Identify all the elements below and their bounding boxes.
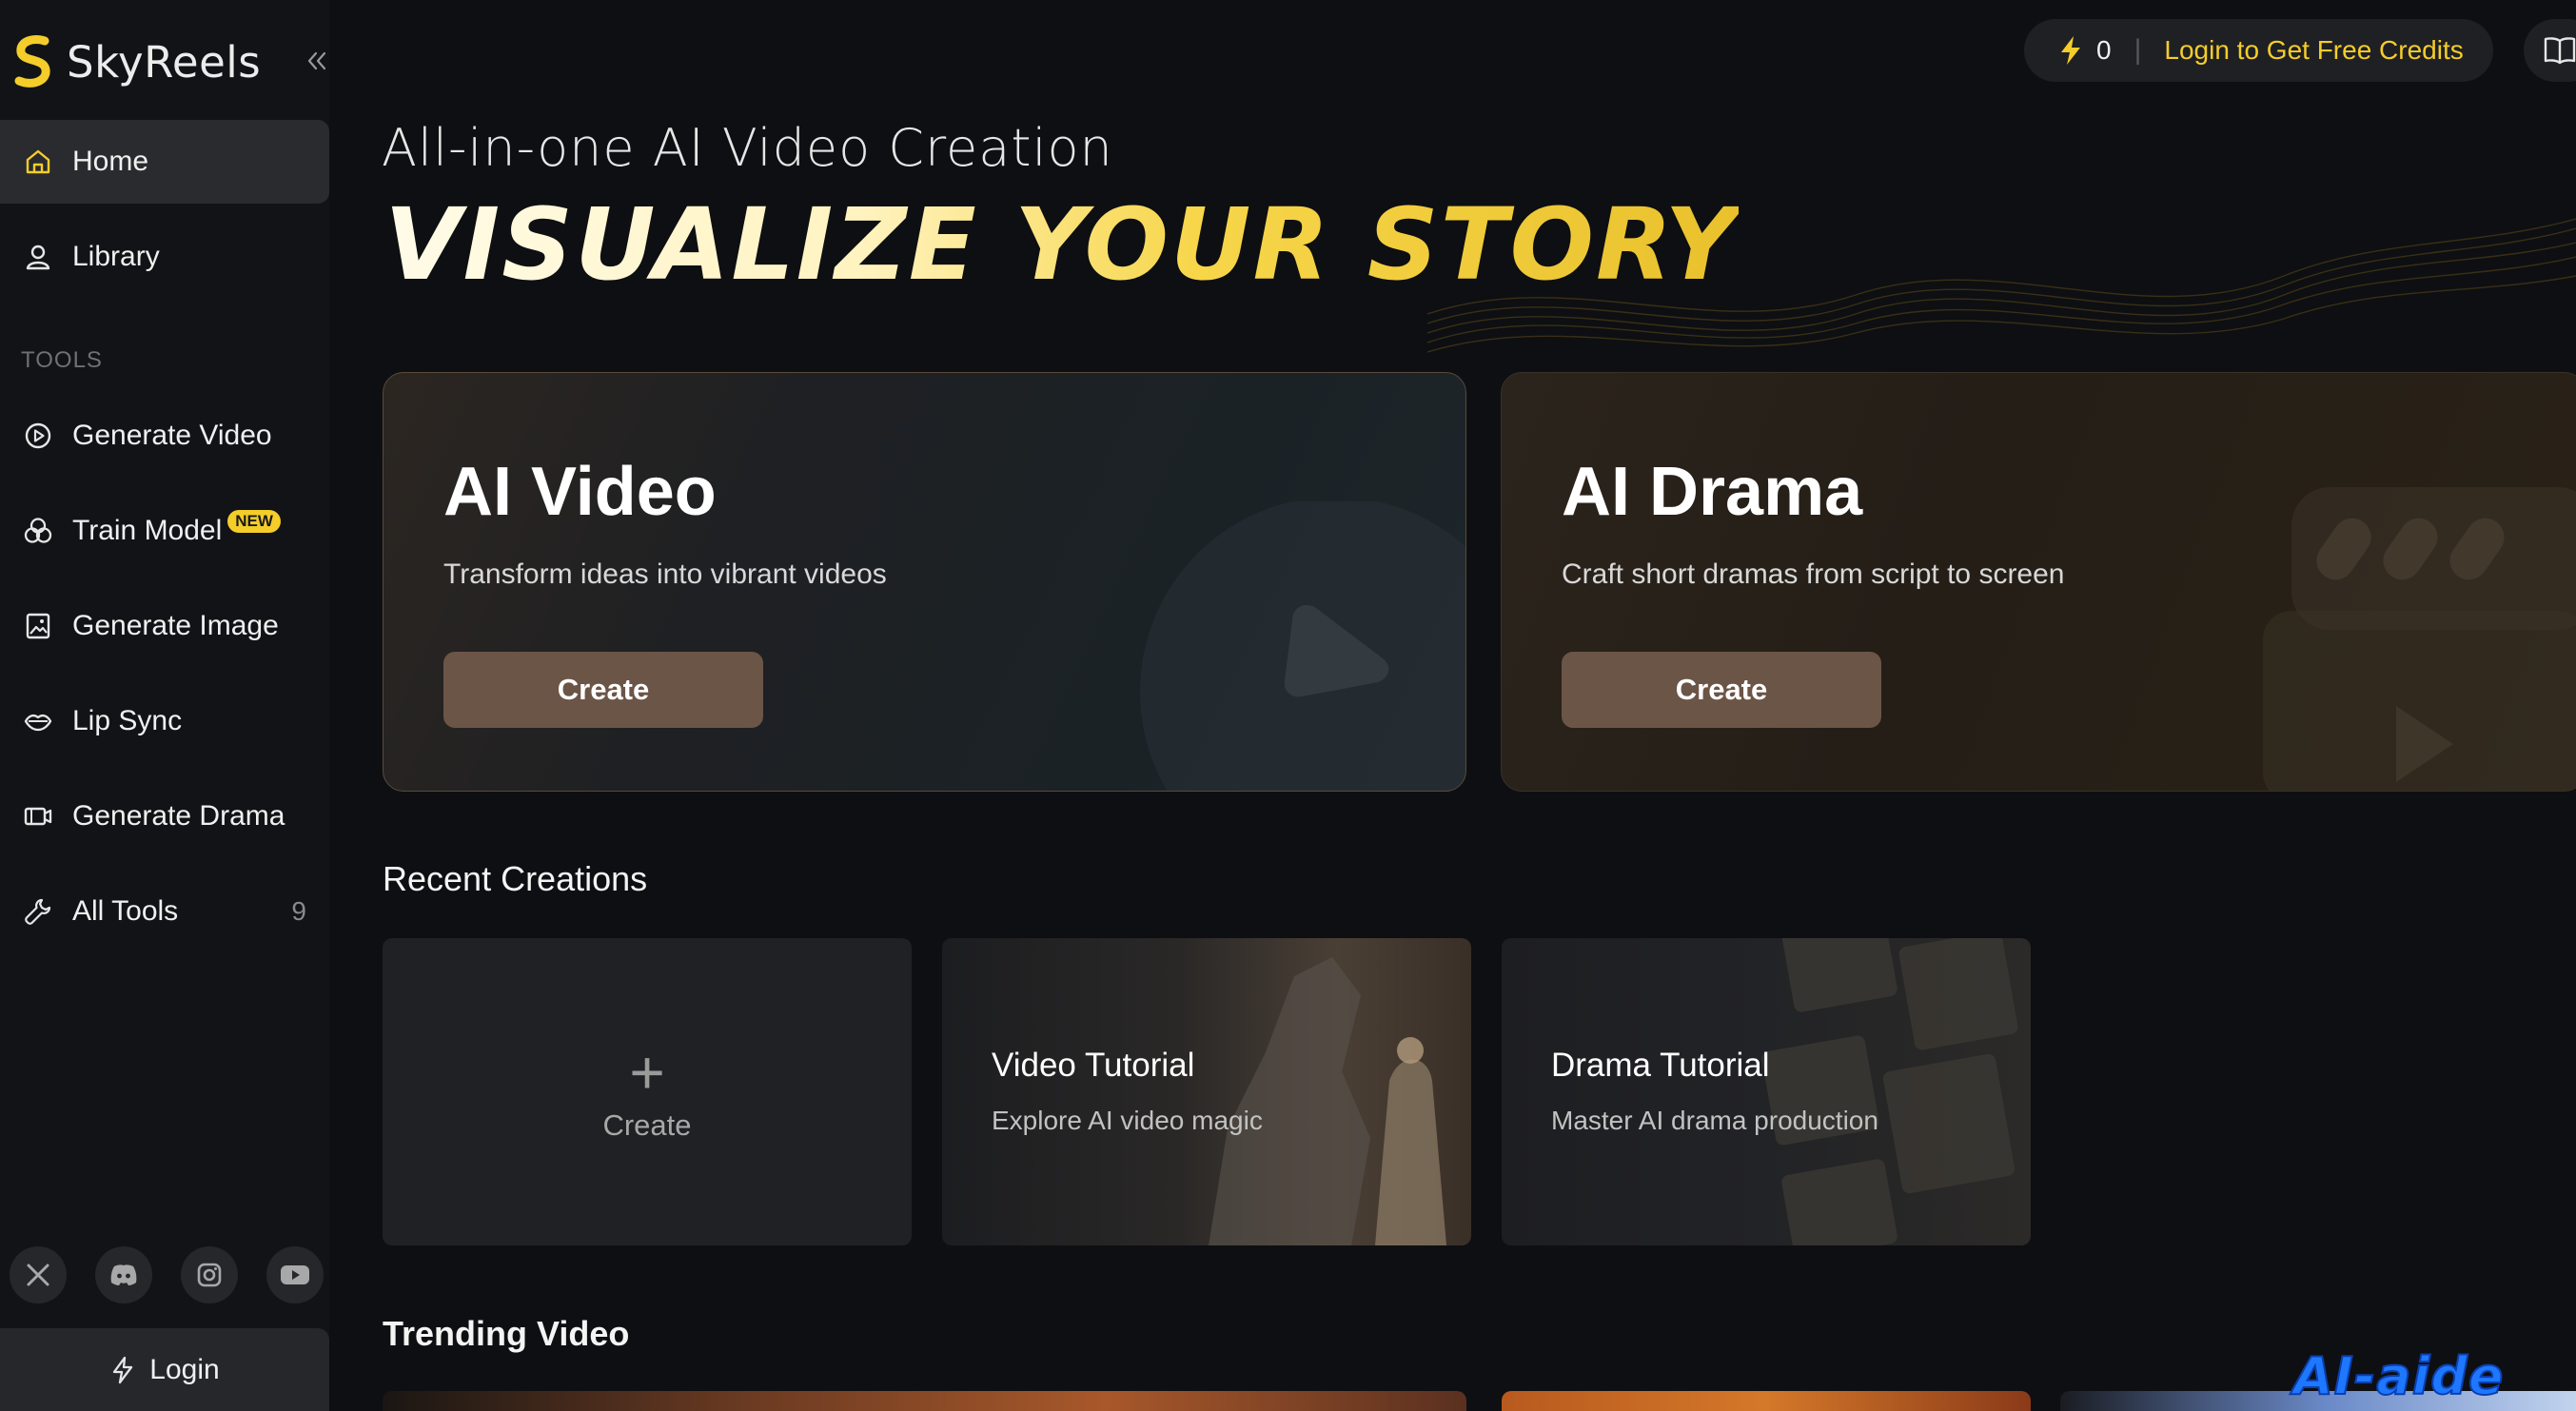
sidebar: SkyReels Home Library TOOLS Generate Vid… [0, 0, 329, 1411]
ai-drama-description: Craft short dramas from script to screen [1562, 559, 2065, 590]
sidebar-item-label: All Tools [72, 895, 179, 927]
book-icon [2544, 37, 2576, 65]
video-tutorial-card[interactable]: Video Tutorial Explore AI video magic [942, 938, 1471, 1245]
credits-pill[interactable]: 0 | Login to Get Free Credits [2024, 19, 2493, 82]
video-tutorial-title: Video Tutorial [992, 1047, 1195, 1084]
user-icon [21, 240, 55, 274]
hero-wave-decoration [1427, 218, 2576, 353]
divider: | [2134, 34, 2142, 66]
sidebar-item-label: Train Model [72, 515, 223, 546]
clapperboard-icon [2263, 487, 2576, 791]
double-chevron-left-icon [307, 51, 326, 70]
sidebar-item-library[interactable]: Library [0, 215, 329, 299]
play-circle-icon [21, 419, 55, 453]
sidebar-item-home[interactable]: Home [0, 120, 329, 204]
trending-video-thumbnail[interactable] [1502, 1391, 2031, 1411]
social-links [10, 1246, 324, 1303]
watermark-text: AI-aide [2292, 1345, 2505, 1407]
drama-tutorial-subtitle: Master AI drama production [1551, 1106, 1878, 1135]
x-link[interactable] [10, 1246, 67, 1303]
lips-icon [21, 704, 55, 738]
dragon-thumbnail-image [1209, 957, 1446, 1245]
recent-creations-title: Recent Creations [383, 859, 648, 898]
ai-video-card[interactable]: AI Video Transform ideas into vibrant vi… [383, 372, 1466, 792]
play-icon [1140, 501, 1465, 791]
film-icon [21, 799, 55, 833]
collapse-sidebar-button[interactable] [301, 45, 333, 77]
ai-video-title: AI Video [443, 454, 717, 530]
sidebar-item-lip-sync[interactable]: Lip Sync [0, 679, 329, 763]
brand[interactable]: SkyReels [13, 34, 261, 89]
discord-icon [110, 1264, 137, 1285]
video-tutorial-subtitle: Explore AI video magic [992, 1106, 1263, 1135]
image-icon [21, 609, 55, 643]
youtube-icon [281, 1265, 309, 1284]
youtube-link[interactable] [266, 1246, 324, 1303]
docs-button[interactable] [2524, 19, 2576, 82]
ai-drama-title: AI Drama [1562, 454, 1863, 530]
trending-video-title: Trending Video [383, 1314, 630, 1353]
sidebar-item-generate-image[interactable]: Generate Image [0, 584, 329, 668]
trending-video-thumbnail[interactable] [383, 1391, 1466, 1411]
brand-name: SkyReels [67, 36, 262, 88]
tools-section-label: TOOLS [21, 347, 103, 373]
sidebar-item-all-tools[interactable]: All Tools 9 [0, 870, 329, 953]
credits-count: 0 [2096, 35, 2112, 65]
login-label: Login [149, 1353, 220, 1385]
login-credits-link[interactable]: Login to Get Free Credits [2164, 35, 2463, 66]
tools-count: 9 [291, 896, 306, 926]
sidebar-item-label: Generate Drama [72, 800, 285, 832]
lightning-icon [113, 1356, 133, 1383]
skyreels-logo-icon [14, 35, 50, 88]
home-icon [21, 145, 55, 179]
instagram-icon [197, 1263, 222, 1287]
x-icon [27, 1264, 49, 1286]
lightning-icon [2061, 36, 2080, 65]
ai-drama-card[interactable]: AI Drama Craft short dramas from script … [1501, 372, 2576, 792]
login-button[interactable]: Login [0, 1328, 329, 1411]
discord-link[interactable] [95, 1246, 152, 1303]
sidebar-item-label: Lip Sync [72, 705, 183, 736]
ai-video-create-button[interactable]: Create [443, 652, 763, 728]
create-label: Create [602, 1107, 692, 1142]
ai-drama-create-button[interactable]: Create [1562, 652, 1881, 728]
drama-tutorial-card[interactable]: Drama Tutorial Master AI drama productio… [1502, 938, 2031, 1245]
hero-subtitle: All-in-one AI Video Creation [382, 118, 1113, 178]
drama-collage-image [1761, 938, 2018, 1245]
sidebar-item-generate-drama[interactable]: Generate Drama [0, 774, 329, 858]
create-new-card[interactable]: + Create [383, 938, 912, 1245]
sidebar-item-generate-video[interactable]: Generate Video [0, 394, 329, 478]
circles-icon [21, 514, 55, 548]
plus-icon: + [629, 1037, 665, 1107]
wrench-icon [21, 894, 55, 929]
sidebar-item-label: Generate Image [72, 610, 279, 641]
new-badge: NEW [227, 510, 281, 533]
instagram-link[interactable] [181, 1246, 238, 1303]
ai-video-description: Transform ideas into vibrant videos [443, 559, 887, 590]
sidebar-item-label: Home [72, 146, 149, 177]
drama-tutorial-title: Drama Tutorial [1551, 1047, 1770, 1084]
sidebar-item-label: Library [72, 241, 160, 272]
sidebar-item-train-model[interactable]: Train Model NEW [0, 489, 329, 573]
sidebar-item-label: Generate Video [72, 420, 272, 451]
